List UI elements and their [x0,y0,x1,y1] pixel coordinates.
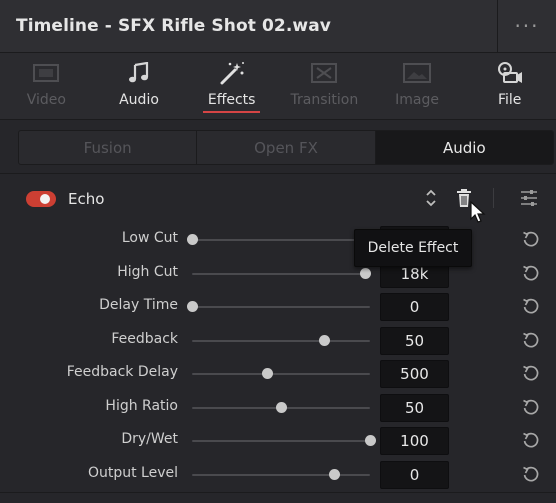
tab-image[interactable]: Image [371,53,464,119]
magic-wand-icon [219,61,245,85]
param-row: Output Level 0 [0,459,556,491]
param-slider-track[interactable] [192,306,370,308]
subtab-audio[interactable]: Audio [375,131,553,164]
effect-category-tabs: Fusion Open FX Audio [18,130,554,165]
param-label: High Ratio [105,397,178,414]
param-slider-track[interactable] [192,473,370,476]
reset-icon[interactable] [521,296,541,320]
window-title: Timeline - SFX Rifle Shot 02.wav [16,16,331,36]
reset-icon[interactable] [521,263,541,287]
param-row: Feedback 50 [0,325,556,357]
tab-label: File [497,92,522,108]
param-slider-handle[interactable] [329,468,341,480]
param-label: Feedback Delay [66,364,178,380]
image-icon [403,61,432,85]
param-value-field[interactable]: 100 [380,427,449,455]
tab-video[interactable]: Video [0,53,93,119]
param-slider-track[interactable] [192,440,370,442]
ellipsis-icon[interactable]: ··· [497,0,556,52]
param-value-field[interactable]: 500 [380,360,449,388]
param-slider-handle[interactable] [187,234,198,245]
inspector-panel: Timeline - SFX Rifle Shot 02.wav ··· Vid… [0,0,556,503]
param-label: High Cut [117,263,178,280]
param-value-field[interactable]: 50 [380,326,449,355]
effect-enable-toggle[interactable] [26,191,56,207]
param-slider-handle[interactable] [365,435,376,446]
param-slider-handle[interactable] [359,267,371,279]
tab-label: Video [26,92,66,108]
reset-icon[interactable] [521,464,541,488]
param-slider-track[interactable] [192,239,370,241]
tab-transition[interactable]: Transition [278,53,371,119]
reset-icon[interactable] [521,229,541,253]
subtab-open-fx[interactable]: Open FX [197,131,376,164]
param-label: Delay Time [99,297,178,313]
param-row: Feedback Delay 500 [0,358,556,390]
mouse-cursor-icon [470,200,486,229]
param-slider-track[interactable] [192,339,370,342]
tab-label: Image [395,92,439,108]
effect-name: Echo [68,190,105,208]
divider [0,173,556,174]
reset-icon[interactable] [521,363,541,387]
param-label: Low Cut [121,230,178,246]
divider [0,492,556,493]
tab-effects[interactable]: Effects [185,53,278,119]
reset-icon[interactable] [521,397,541,421]
music-note-icon [128,61,150,85]
up-down-chevron-icon[interactable] [424,187,438,213]
param-value-field[interactable]: 50 [380,393,449,422]
tab-label: Transition [290,92,359,108]
param-value-field[interactable]: 0 [380,293,449,321]
param-slider-track[interactable] [192,373,370,375]
param-value-field[interactable]: 0 [380,460,449,489]
param-row: High Ratio 50 [0,392,556,424]
tab-audio[interactable]: Audio [93,53,186,119]
param-row: High Cut 18k [0,258,556,290]
reset-icon[interactable] [521,330,541,354]
inspector-tabs: Video Audio Effects Transition Image Fil… [0,53,556,120]
tab-label: Audio [119,92,159,108]
param-slider-handle[interactable] [318,334,330,346]
tab-label: Effects [207,92,256,108]
param-row: Delay Time 0 [0,291,556,323]
param-label: Dry/Wet [121,431,178,447]
video-icon [33,61,60,85]
param-slider-track[interactable] [192,272,370,275]
param-row: Dry/Wet 100 [0,425,556,457]
film-reel-icon [496,61,524,85]
divider [493,188,494,208]
param-label: Output Level [87,464,178,481]
param-slider-handle[interactable] [261,368,273,379]
param-slider-handle[interactable] [187,301,198,312]
title-bar: Timeline - SFX Rifle Shot 02.wav ··· [0,0,556,53]
subtab-fusion[interactable]: Fusion [19,131,198,164]
sliders-icon[interactable] [520,188,538,212]
reset-icon[interactable] [521,430,541,454]
tab-file[interactable]: File [463,53,556,119]
active-tab-indicator [203,111,261,113]
transition-icon [311,61,338,85]
param-slider-handle[interactable] [276,401,287,413]
tooltip: Delete Effect [354,229,472,267]
param-label: Feedback [111,330,178,347]
toggle-knob [40,194,50,204]
